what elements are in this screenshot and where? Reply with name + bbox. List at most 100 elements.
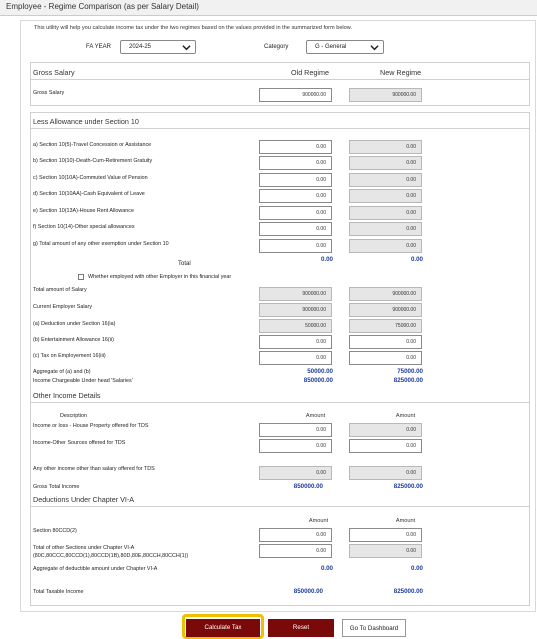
calculate-tax-button[interactable]: Calculate Tax <box>186 619 260 637</box>
aggregate-old: 50000.00 <box>307 368 333 375</box>
salary-old-input[interactable]: 0.00 <box>259 351 332 365</box>
amount-heading-new: Amount <box>395 413 416 419</box>
allowance-new-input: 0.00 <box>349 239 422 253</box>
category-label: Category <box>264 44 289 50</box>
chevron-down-icon <box>370 45 379 51</box>
salary-label: (c) Tax on Employement 16(iii) <box>33 353 106 359</box>
salary-new-input: 900000.00 <box>349 287 422 301</box>
section-80ccd2-old-input[interactable]: 0.00 <box>259 528 332 542</box>
allowance-old-input[interactable]: 0.00 <box>259 173 332 187</box>
allowance-new-input: 0.00 <box>349 189 422 203</box>
taxable-income-new: 825000.00 <box>393 588 423 595</box>
intro-text: This utility will help you calculate inc… <box>34 25 353 31</box>
taxable-income-label: Total Taxable Income <box>33 589 84 595</box>
other-income-title: Other Income Details <box>33 391 101 400</box>
allowance-new-input: 0.00 <box>349 222 422 236</box>
gross-salary-old-input[interactable]: 900000.00 <box>259 88 332 102</box>
window-title: Employee - Regime Comparison (as per Sal… <box>0 0 537 16</box>
allowance-old-input[interactable]: 0.00 <box>259 222 332 236</box>
allowance-old-input[interactable]: 0.00 <box>259 206 332 220</box>
allowance-label: d) Section 10(10AA)-Cash Equivalent of L… <box>33 191 145 197</box>
allowance-label: c) Section 10(10A)-Commuted Value of Pen… <box>33 175 148 181</box>
divider <box>30 402 530 403</box>
allowance-total-label: Total <box>178 261 191 267</box>
other-income-new-input: 0.00 <box>349 466 422 480</box>
allowance-label: e) Section 10(13A)-House Rent Allowance <box>33 208 134 214</box>
other-income-new-input: 0.00 <box>349 423 422 437</box>
fa-year-value: 2024-25 <box>129 44 152 50</box>
other-income-label: Any other income other than salary offer… <box>33 466 155 472</box>
allowance-label: g) Total amount of any other exemption u… <box>33 241 169 247</box>
gross-salary-label: Gross Salary <box>33 90 65 96</box>
allowance-total-old: 0.00 <box>320 256 333 263</box>
salary-label: (b) Entertainment Allowance 16(ii) <box>33 337 114 343</box>
salary-old-input: 900000.00 <box>259 287 332 301</box>
salary-old-input: 900000.00 <box>259 303 332 317</box>
chapter6a-aggregate-label: Aggregate of deductible amount under Cha… <box>33 566 158 572</box>
fa-year-select[interactable]: 2024-25 <box>120 40 196 54</box>
other-income-label: Income-Other Sources offered for TDS <box>33 440 126 446</box>
other-employer-checkbox[interactable] <box>78 274 84 280</box>
divider <box>30 128 530 129</box>
salary-new-input: 900000.00 <box>349 303 422 317</box>
other-income-old-input[interactable]: 0.00 <box>259 439 332 453</box>
allowance-old-input[interactable]: 0.00 <box>259 189 332 203</box>
aggregate-new: 75000.00 <box>397 368 423 375</box>
gross-salary-title: Gross Salary <box>33 68 75 77</box>
other-sections-label: Total of other Sections under Chapter VI… <box>33 545 135 551</box>
salary-new-input[interactable]: 0.00 <box>349 351 422 365</box>
allowance-new-input: 0.00 <box>349 140 422 154</box>
chargeable-label: Income Chargeable Under head 'Salaries' <box>33 378 133 384</box>
allowance-label: b) Section 10(10)-Death-Cum-Retirement G… <box>33 158 153 164</box>
gross-salary-new-input: 900000.00 <box>349 88 422 102</box>
other-sections-sublabel: (80C,80CCC,80CCD(1),80CCD(1B),80D,80E,80… <box>33 553 189 559</box>
amount-heading-new: Amount <box>395 518 416 524</box>
allowance-new-input: 0.00 <box>349 206 422 220</box>
allowance-old-input[interactable]: 0.00 <box>259 156 332 170</box>
salary-old-input[interactable]: 0.00 <box>259 335 332 349</box>
chapter6a-title: Deductions Under Chapter VI-A <box>33 495 135 504</box>
dashboard-button[interactable]: Go To Dashboard <box>342 619 406 637</box>
other-income-old-input[interactable]: 0.00 <box>259 423 332 437</box>
taxable-income-old: 850000.00 <box>293 588 323 595</box>
other-income-old-input: 0.00 <box>259 466 332 480</box>
allowance-label: a) Section 10(5)-Travel Concession or As… <box>33 142 152 148</box>
reset-button[interactable]: Reset <box>268 619 334 637</box>
other-income-label: Income or loss - House Property offered … <box>33 423 149 429</box>
gross-total-old: 850000.00 <box>293 483 323 490</box>
chargeable-old: 850000.00 <box>303 377 333 384</box>
other-sections-old-input[interactable]: 0.00 <box>259 544 332 558</box>
amount-heading-old: Amount <box>308 518 329 524</box>
salary-old-input: 50000.00 <box>259 319 332 333</box>
chargeable-new: 825000.00 <box>393 377 423 384</box>
fa-year-label: FA YEAR <box>86 44 111 50</box>
salary-label: Total amount of Salary <box>33 287 87 293</box>
chevron-down-icon <box>182 45 191 51</box>
divider <box>30 79 530 80</box>
gross-total-label: Gross Total Income <box>33 484 80 490</box>
other-income-new-input[interactable]: 0.00 <box>349 439 422 453</box>
section-80ccd2-label: Section 80CCD(2) <box>33 528 77 534</box>
salary-new-input: 75000.00 <box>349 319 422 333</box>
allowance-label: f) Section 10(14)-Other special allowanc… <box>33 224 135 230</box>
salary-new-input[interactable]: 0.00 <box>349 335 422 349</box>
salary-label: Current Employer Salary <box>33 304 93 310</box>
allowance-title: Less Allowance under Section 10 <box>33 117 139 126</box>
category-value: G - General <box>315 44 347 50</box>
amount-heading-old: Amount <box>305 413 326 419</box>
section-80ccd2-new-input[interactable]: 0.00 <box>349 528 422 542</box>
other-sections-new-input: 0.00 <box>349 544 422 558</box>
new-regime-heading: New Regime <box>380 68 422 77</box>
allowance-new-input: 0.00 <box>349 173 422 187</box>
category-select[interactable]: G - General <box>306 40 384 54</box>
other-employer-label: Whether employed with other Employer in … <box>88 274 232 280</box>
allowance-old-input[interactable]: 0.00 <box>259 140 332 154</box>
old-regime-heading: Old Regime <box>291 68 329 77</box>
chapter6a-aggregate-new: 0.00 <box>410 565 423 572</box>
allowance-total-new: 0.00 <box>410 256 423 263</box>
allowance-new-input: 0.00 <box>349 156 422 170</box>
chapter6a-aggregate-old: 0.00 <box>320 565 333 572</box>
allowance-old-input[interactable]: 0.00 <box>259 239 332 253</box>
description-heading: Description <box>60 413 87 419</box>
divider <box>30 506 530 507</box>
